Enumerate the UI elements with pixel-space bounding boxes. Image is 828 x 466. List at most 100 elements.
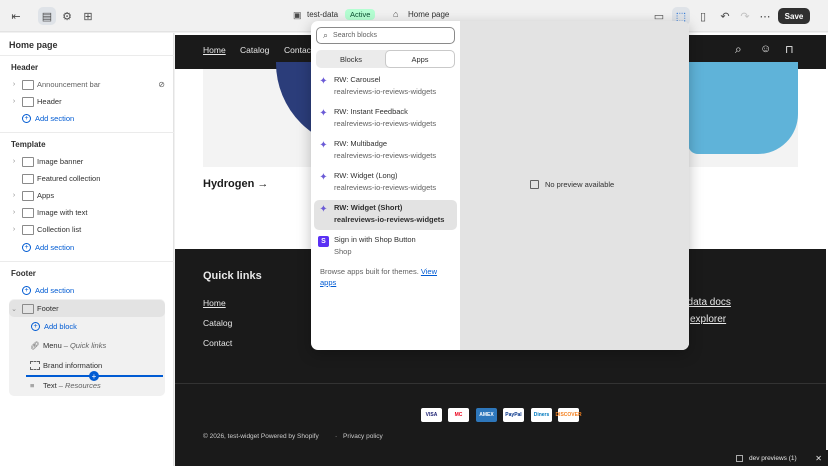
add-section-footer[interactable]: + Add section	[22, 286, 74, 295]
tab-blocks[interactable]: Blocks	[317, 51, 385, 67]
block-text[interactable]: ≡ Text – Resources	[30, 377, 160, 394]
plus-circle-icon: +	[31, 322, 40, 331]
sidebar-item-label: Image with text	[37, 208, 88, 217]
realreviews-icon: ✦	[319, 76, 328, 87]
hidden-eye-icon[interactable]: ⊘	[158, 80, 165, 89]
discover-icon: DISCOVER	[555, 408, 582, 422]
divider	[0, 261, 174, 262]
undo-icon[interactable]: ↶	[716, 7, 734, 25]
account-icon[interactable]: ☺	[760, 43, 771, 55]
app-subtitle: realreviews-io-reviews-widgets	[334, 215, 445, 224]
sidebar-item-label: Footer	[37, 304, 59, 313]
app-title: RW: Instant Feedback	[334, 107, 408, 116]
chevron-right-icon[interactable]: ›	[9, 158, 19, 165]
divider	[0, 132, 174, 133]
app-item[interactable]: ✦ RW: Multibadge realreviews-io-reviews-wi…	[314, 136, 457, 166]
sidebar-item-label: Collection list	[37, 225, 82, 234]
nav-contact[interactable]: Contact	[284, 45, 313, 55]
store-icon: ▣	[293, 10, 302, 20]
redo-icon[interactable]: ↷	[736, 7, 754, 25]
app-title: RW: Widget (Long)	[334, 171, 398, 180]
chevron-right-icon[interactable]: ›	[9, 81, 19, 88]
app-subtitle: realreviews-io-reviews-widgets	[334, 87, 437, 96]
tab-apps[interactable]: Apps	[386, 51, 454, 67]
footer-group-title: Footer	[11, 269, 36, 278]
sidebar-item-image-banner[interactable]: › Image banner	[9, 153, 165, 170]
footer-link-explorer[interactable]: explorer	[690, 314, 726, 325]
mobile-view-icon[interactable]: ▯	[694, 7, 712, 25]
add-block-label: Add block	[44, 322, 77, 331]
sidebar-item-announcement-bar[interactable]: › Announcement bar ⊘	[9, 76, 165, 93]
app-embeds-icon[interactable]: ⊞	[79, 7, 97, 25]
text-icon: ≡	[30, 381, 35, 390]
realreviews-icon: ✦	[319, 108, 328, 119]
hydrogen-link[interactable]: Hydrogen →	[203, 178, 268, 190]
app-title: RW: Multibadge	[334, 139, 388, 148]
close-icon[interactable]: ✕	[815, 454, 822, 463]
plus-circle-icon: +	[22, 286, 31, 295]
chevron-right-icon[interactable]: ›	[9, 192, 19, 199]
nav-catalog[interactable]: Catalog	[240, 45, 269, 55]
no-preview-label: No preview available	[545, 180, 615, 189]
sidebar-item-footer[interactable]: ⌄ Footer	[9, 300, 165, 317]
sidebar-item-label: Featured collection	[37, 174, 101, 183]
mastercard-icon: MC	[448, 408, 469, 422]
cart-icon[interactable]: ⊓	[785, 43, 794, 56]
app-item-selected[interactable]: ✦ RW: Widget (Short) realreviews-io-review…	[314, 200, 457, 230]
add-section-header[interactable]: + Add section	[22, 114, 74, 123]
add-section-label: Add section	[35, 243, 75, 252]
nav-home[interactable]: Home	[203, 45, 226, 55]
sidebar-item-collection-list[interactable]: › Collection list	[9, 221, 165, 238]
app-subtitle: Shop	[334, 247, 352, 256]
link-icon: 🔗︎	[30, 341, 40, 350]
exit-icon[interactable]: ⇤	[7, 7, 25, 25]
page-selector[interactable]: Home page	[408, 10, 449, 19]
store-name[interactable]: test-data	[307, 10, 338, 19]
search-field[interactable]: ⌕ Search blocks	[316, 27, 455, 44]
section-icon	[22, 190, 34, 201]
footer-link-home[interactable]: Home	[203, 298, 226, 308]
app-title: Sign in with Shop Button	[334, 235, 416, 244]
block-label: Brand information	[43, 361, 103, 370]
search-icon: ⌕	[323, 30, 329, 40]
more-icon[interactable]: ⋯	[756, 7, 774, 25]
sidebar: Home page Header › Announcement bar ⊘ › …	[0, 33, 174, 466]
app-item[interactable]: ✦ RW: Widget (Long) realreviews-io-reviews…	[314, 168, 457, 198]
app-title: RW: Carousel	[334, 75, 381, 84]
sidebar-item-image-with-text[interactable]: › Image with text	[9, 204, 165, 221]
sidebar-item-apps[interactable]: › Apps	[9, 187, 165, 204]
sidebar-item-label: Image banner	[37, 157, 84, 166]
dev-previews-bar[interactable]: dev previews (1) ✕	[730, 450, 828, 466]
sidebar-item-header[interactable]: › Header	[9, 93, 165, 110]
add-block-button[interactable]: + Add block	[31, 322, 77, 331]
chevron-right-icon[interactable]: ›	[9, 98, 19, 105]
diners-icon: Diners	[531, 408, 552, 422]
app-title: RW: Widget (Short)	[334, 203, 403, 212]
add-section-label: Add section	[35, 114, 75, 123]
footer-link-catalog[interactable]: Catalog	[203, 318, 232, 328]
home-icon: ⌂	[393, 9, 399, 19]
chevron-right-icon[interactable]: ›	[9, 226, 19, 233]
footer-link-contact[interactable]: Contact	[203, 338, 232, 348]
block-menu[interactable]: 🔗︎ Menu – Quick links	[30, 337, 160, 354]
sections-icon[interactable]: ▤	[38, 7, 56, 25]
realreviews-icon: ✦	[319, 140, 328, 151]
save-button[interactable]: Save	[778, 8, 810, 24]
app-item[interactable]: ✦ RW: Carousel realreviews-io-reviews-widg…	[314, 72, 457, 102]
no-preview: No preview available	[530, 180, 614, 189]
copyright: © 2026, test-widget Powered by Shopify	[203, 433, 319, 440]
add-section-template[interactable]: + Add section	[22, 243, 74, 252]
product-image	[688, 62, 798, 154]
chevron-down-icon[interactable]: ⌄	[9, 305, 19, 313]
sidebar-item-label: Header	[37, 97, 62, 106]
chevron-right-icon[interactable]: ›	[9, 209, 19, 216]
section-icon	[22, 224, 34, 235]
app-item[interactable]: S Sign in with Shop Button Shop	[314, 232, 457, 262]
block-picker-popover: ⌕ Search blocks Blocks Apps ✦ RW: Carouse…	[311, 21, 689, 350]
search-icon[interactable]: ⌕	[735, 42, 742, 57]
sidebar-item-featured-collection[interactable]: Featured collection	[9, 170, 165, 187]
app-item[interactable]: ✦ RW: Instant Feedback realreviews-io-revi…	[314, 104, 457, 134]
privacy-link[interactable]: Privacy policy	[343, 433, 383, 440]
preview-icon	[530, 180, 539, 189]
settings-gear-icon[interactable]: ⚙	[58, 7, 76, 25]
